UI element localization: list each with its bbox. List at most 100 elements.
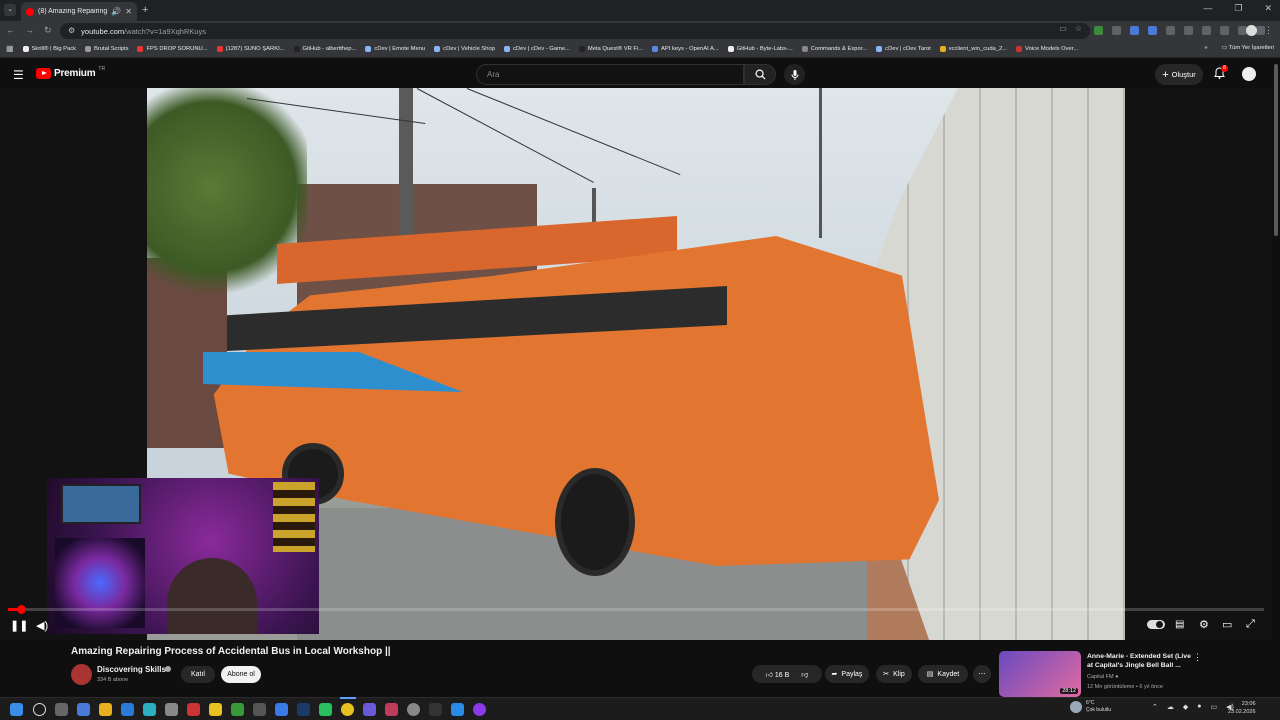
taskbar-app-icon[interactable] [429,703,442,716]
recommended-video-thumbnail[interactable]: 28:12 [999,651,1081,697]
bookmark-item[interactable]: FPS DROP SORUNU... [137,46,208,52]
back-icon[interactable]: ← [6,25,15,36]
taskbar-app-icon[interactable] [165,703,178,716]
minimize-icon[interactable]: — [1203,3,1212,14]
channel-name[interactable]: Discovering Skills [97,665,166,674]
bookmark-item[interactable]: (1287) SUNO ŞARKI... [216,46,285,52]
video-player[interactable]: ❚❚ ◀) ▤ ⚙ ▭ ⤢ [0,88,1272,640]
start-windows-icon[interactable] [10,703,23,716]
taskbar-app-icon[interactable] [209,703,222,716]
tray-app-icon[interactable]: ☁ [1167,703,1174,711]
extension-icon[interactable] [1112,26,1121,35]
bookmark-item[interactable]: cDev | cDev - Game... [503,46,570,52]
hamburger-menu-icon[interactable]: ☰ [13,68,24,82]
taskbar-app-icon[interactable] [253,703,266,716]
join-button[interactable]: Katıl [181,666,215,683]
all-bookmarks-folder[interactable]: » ▭ Tüm Yer İşaretleri [1200,45,1274,51]
taskbar-app-icon[interactable] [275,703,288,716]
puzzle-icon[interactable] [1220,26,1229,35]
bookmark-item[interactable]: Meta Quest® VR Fi... [578,46,643,52]
vscode-icon[interactable] [451,703,464,716]
bookmark-item[interactable]: cDev | Vehicle Shop [434,46,495,52]
file-explorer-icon[interactable] [99,703,112,716]
recommended-more-icon[interactable]: ⋮ [1193,652,1202,663]
autoplay-toggle[interactable] [1147,620,1165,629]
taskbar-app-icon[interactable] [77,703,90,716]
fullscreen-icon[interactable]: ⤢ [1246,618,1255,631]
subtitles-icon[interactable]: ▤ [1175,619,1184,630]
bookmark-item[interactable]: API keys - OpenAI A... [652,46,719,52]
pause-icon[interactable]: ❚❚ [10,619,28,632]
settings-gear-icon[interactable]: ⚙ [1199,618,1209,631]
profile-avatar[interactable] [1246,25,1257,36]
task-view-icon[interactable] [55,703,68,716]
bookmark-item[interactable]: Brutal Scripts [85,46,128,52]
forward-icon[interactable]: → [25,25,34,36]
taskbar-search-icon[interactable] [33,703,46,716]
extension-icon[interactable] [1094,26,1103,35]
weather-widget[interactable]: 6°C Çok bulutlu [1070,700,1111,714]
maximize-icon[interactable]: ❐ [1234,3,1242,14]
browser-menu-icon[interactable]: ⋮ [1264,25,1273,36]
subscribe-button[interactable]: Abone ol [221,666,261,683]
cast-icon[interactable]: ▭ [1059,24,1067,33]
dislike-button[interactable]: 👎︎ [801,670,808,679]
bookmark-item[interactable]: Voice Models Over... [1016,46,1078,52]
page-scrollbar-thumb[interactable] [1274,64,1278,236]
new-tab-icon[interactable]: + [142,4,148,16]
site-info-icon[interactable]: ⚙ [68,27,75,35]
speaker-icon[interactable]: 🔊 [111,7,121,16]
extension-icon[interactable] [1148,26,1157,35]
taskbar-app-icon[interactable] [121,703,134,716]
tray-overflow-icon[interactable]: ⌃ [1152,703,1158,711]
voice-search-button[interactable] [784,64,805,85]
reload-icon[interactable]: ↻ [44,25,52,36]
xbox-icon[interactable] [231,703,244,716]
bookmark-item[interactable]: cDev | cDev Tarot [876,46,931,52]
taskbar-app-icon[interactable] [407,703,420,716]
tab-close-icon[interactable]: ✕ [125,7,132,16]
taskbar-clock[interactable]: 23:06 23.02.2026 [1228,700,1256,716]
theater-mode-icon[interactable]: ▭ [1222,618,1232,631]
taskbar-app-icon[interactable] [473,703,486,716]
recommended-channel[interactable]: Capital FM ● [1087,674,1118,680]
bookmark-star-icon[interactable]: ☆ [1075,24,1082,33]
taskbar-app-icon[interactable] [187,703,200,716]
account-avatar[interactable] [1240,65,1258,83]
video-progress-bar[interactable] [8,605,1264,614]
extension-icon[interactable] [1184,26,1193,35]
clip-button[interactable]: ✂ Klip [876,665,912,683]
bookmark-item[interactable]: Skrill® | Big Pack [22,46,76,52]
bookmark-item[interactable]: GitHub - Byte-Labs-... [727,46,793,52]
browser-tab-youtube[interactable]: (8) Amazing Repairing Proc 🔊 ✕ [21,2,137,21]
edge-browser-icon[interactable] [143,703,156,716]
network-icon[interactable]: ▭ [1211,703,1218,711]
extension-icon[interactable] [1130,26,1139,35]
tab-search-button[interactable]: ⌄ [4,4,16,16]
search-input[interactable]: Ara [476,64,744,85]
share-button[interactable]: ➦ Paylaş [825,665,869,683]
close-window-icon[interactable]: ✕ [1264,3,1272,14]
bookmark-item[interactable]: GitHub - albertthep... [293,46,356,52]
url-field[interactable]: ⚙ youtube.com/watch?v=1a9XqhRKuys ▭ ☆ [60,23,1090,39]
bookmark-item[interactable]: vcclient_win_cuda_2... [939,46,1007,52]
create-button[interactable]: + Oluştur [1155,64,1203,85]
save-button[interactable]: ▤ Kaydet [918,665,968,683]
whatsapp-icon[interactable] [319,703,332,716]
tray-app-icon[interactable]: ◆ [1183,703,1188,711]
like-button[interactable]: 👍︎ 16 B [766,670,790,679]
chrome-icon[interactable] [341,703,354,716]
taskbar-app-icon[interactable] [363,703,376,716]
more-actions-button[interactable]: ⋯ [973,665,991,683]
tray-app-icon[interactable]: ● [1197,703,1201,711]
channel-avatar[interactable] [71,664,92,685]
progress-scrubber[interactable] [16,605,26,614]
bookmarks-overflow-icon[interactable]: » [1204,45,1207,51]
youtube-logo[interactable]: Premium TR [36,66,105,79]
extension-icon[interactable] [1166,26,1175,35]
bookmark-item[interactable]: Commands & Expor... [801,46,867,52]
recommended-video-title[interactable]: Anne-Marie - Extended Set (Live at Capit… [1087,652,1191,670]
search-button[interactable] [744,64,776,85]
taskbar-app-icon[interactable] [385,703,398,716]
steam-icon[interactable] [297,703,310,716]
